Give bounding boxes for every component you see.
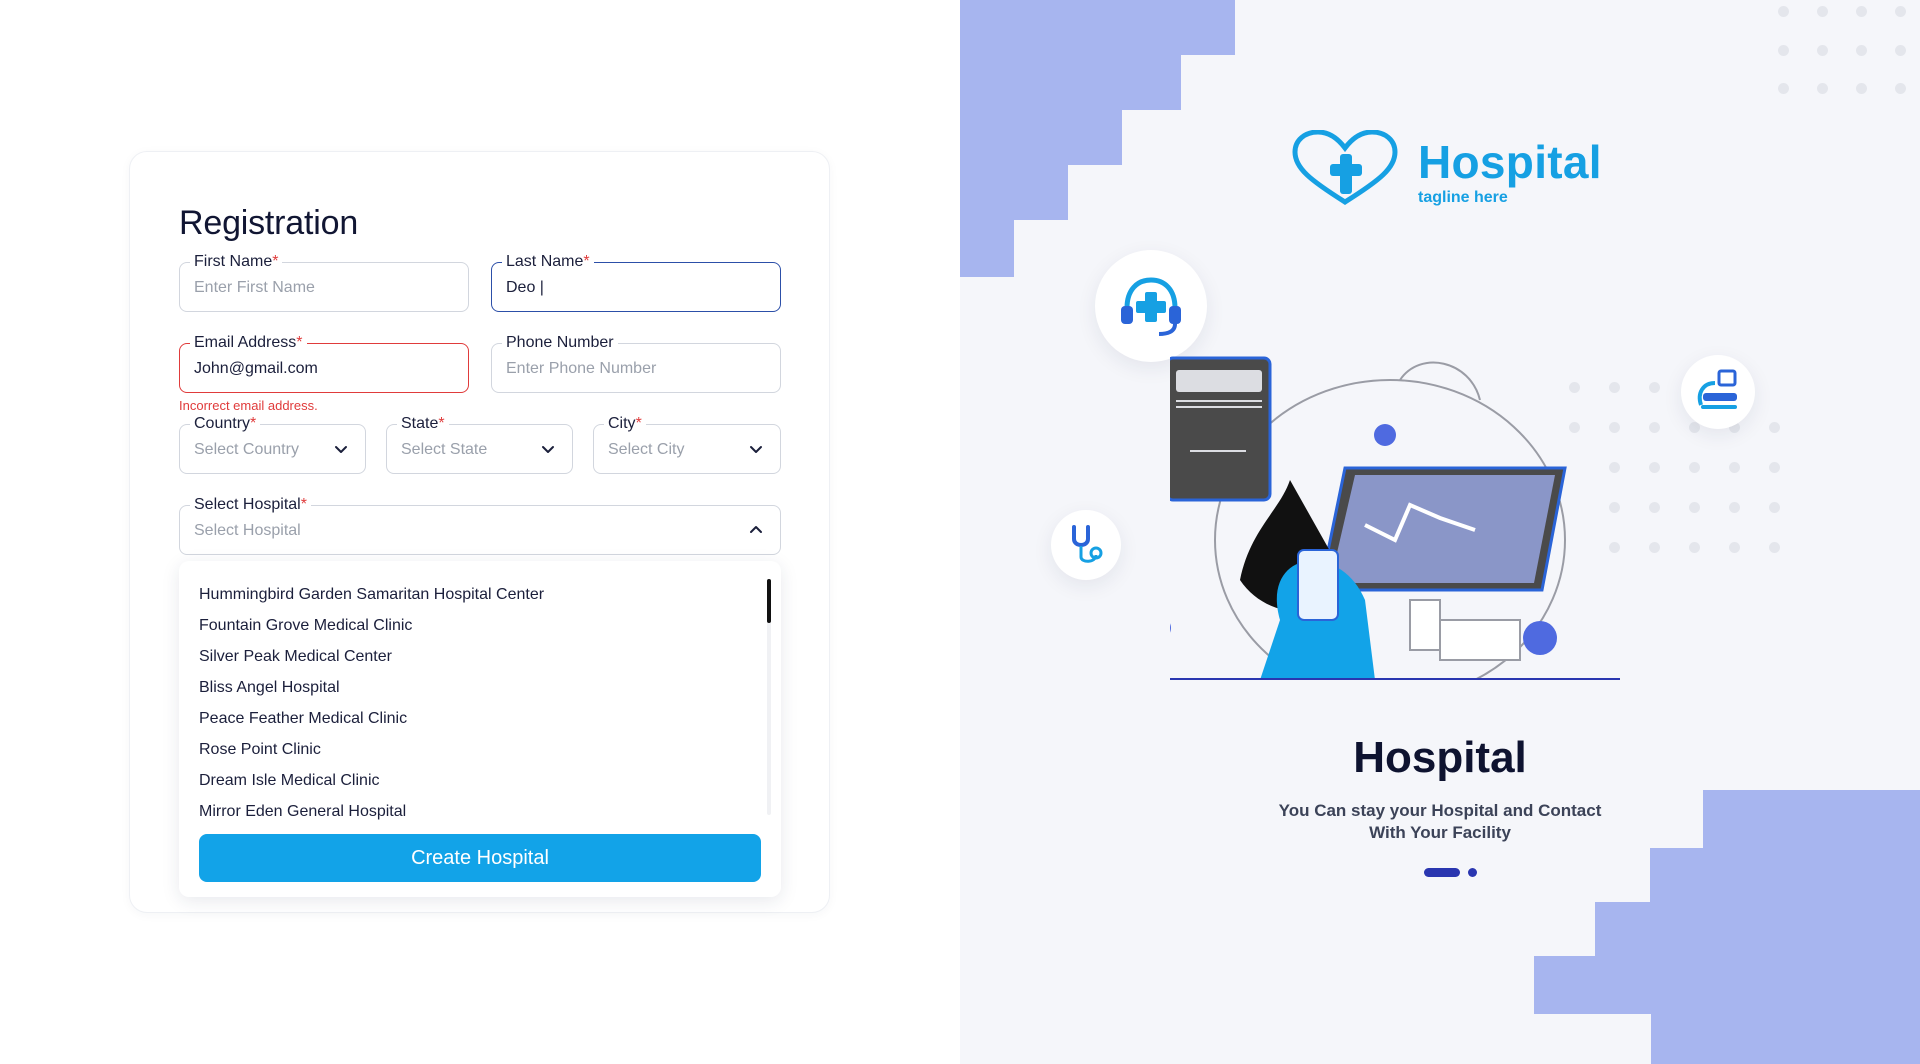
hero-title: Hospital — [1353, 733, 1527, 782]
hospital-dropdown-menu: Hummingbird Garden Samaritan Hospital Ce… — [179, 561, 781, 897]
hero-subtitle: You Can stay your Hospital and Contact W… — [1278, 801, 1602, 842]
hospital-option[interactable]: Silver Peak Medical Center — [199, 641, 759, 672]
city-label: City — [608, 415, 636, 432]
country-label: Country — [194, 415, 251, 432]
decor-step — [1650, 848, 1920, 908]
promo-pane: Hospital tagline here Hospital You Can s… — [960, 0, 1920, 1064]
state-label: State — [401, 415, 439, 432]
phone-label: Phone Number — [506, 334, 614, 351]
decor-step — [1534, 956, 1920, 1014]
country-select[interactable]: Country* Select Country — [179, 415, 366, 474]
hospital-option[interactable]: Hummingbird Garden Samaritan Hospital Ce… — [199, 579, 759, 610]
decor-step — [1703, 790, 1920, 850]
email-value: John@gmail.com — [194, 360, 318, 377]
registration-pane: Registration First Name* Enter First Nam… — [0, 0, 960, 1064]
page-title: Registration — [179, 204, 359, 242]
decor-step — [960, 165, 1068, 220]
doctor-illustration — [1170, 356, 1620, 680]
last-name-value: Deo | — [506, 279, 544, 296]
mri-scanner-icon — [1697, 369, 1737, 409]
stethoscope-icon — [1072, 525, 1103, 563]
hospital-option[interactable]: Dream Isle Medical Clinic — [199, 765, 759, 796]
chevron-down-icon[interactable] — [746, 439, 766, 459]
registration-card: Registration First Name* Enter First Nam… — [129, 151, 830, 913]
decor-step — [1651, 1011, 1920, 1064]
pager-dot-active[interactable] — [1424, 868, 1460, 877]
hospital-option[interactable]: Rose Point Clinic — [199, 734, 759, 765]
city-select[interactable]: City* Select City — [593, 415, 781, 474]
email-label: Email Address — [194, 334, 297, 351]
email-field[interactable]: Email Address* John@gmail.com — [179, 334, 469, 393]
scrollbar-thumb[interactable] — [767, 579, 771, 623]
first-name-placeholder: Enter First Name — [194, 279, 315, 296]
hospital-option[interactable]: Peace Feather Medical Clinic — [199, 703, 759, 734]
phone-field[interactable]: Phone Number Enter Phone Number — [491, 334, 781, 393]
city-placeholder: Select City — [608, 441, 685, 458]
state-placeholder: Select State — [401, 441, 488, 458]
decor-step — [960, 55, 1181, 110]
first-name-label: First Name — [194, 253, 273, 270]
last-name-label: Last Name — [506, 253, 584, 270]
email-error-message: Incorrect email address. — [179, 398, 318, 413]
pager-dot[interactable] — [1468, 868, 1477, 877]
country-placeholder: Select Country — [194, 441, 299, 458]
state-select[interactable]: State* Select State — [386, 415, 573, 474]
hospital-option[interactable]: Bliss Angel Hospital — [199, 672, 759, 703]
stethoscope-badge — [1051, 510, 1121, 580]
last-name-field[interactable]: Last Name* Deo | — [491, 253, 781, 312]
hospital-option[interactable]: Mirror Eden General Hospital — [199, 796, 759, 827]
decor-step — [960, 110, 1122, 165]
first-name-field[interactable]: First Name* Enter First Name — [179, 253, 469, 312]
hospital-option-list: Hummingbird Garden Samaritan Hospital Ce… — [199, 579, 759, 827]
hospital-option[interactable]: Fountain Grove Medical Clinic — [199, 610, 759, 641]
decor-step — [960, 0, 1235, 55]
hospital-logo-icon — [1292, 130, 1398, 205]
phone-placeholder: Enter Phone Number — [506, 360, 657, 377]
brand-name: Hospital — [1418, 136, 1602, 188]
chevron-down-icon[interactable] — [331, 439, 351, 459]
decor-step — [1595, 902, 1920, 957]
chevron-up-icon[interactable] — [746, 520, 766, 540]
medical-headset-icon — [1121, 277, 1181, 336]
scanner-badge — [1681, 355, 1755, 429]
chevron-down-icon[interactable] — [538, 439, 558, 459]
brand-tagline: tagline here — [1418, 189, 1508, 206]
decor-step — [960, 220, 1014, 277]
hospital-placeholder: Select Hospital — [194, 522, 301, 539]
hospital-label: Select Hospital — [194, 496, 301, 513]
hospital-select[interactable]: Select Hospital* Select Hospital — [179, 496, 781, 555]
create-hospital-button[interactable]: Create Hospital — [199, 834, 761, 882]
